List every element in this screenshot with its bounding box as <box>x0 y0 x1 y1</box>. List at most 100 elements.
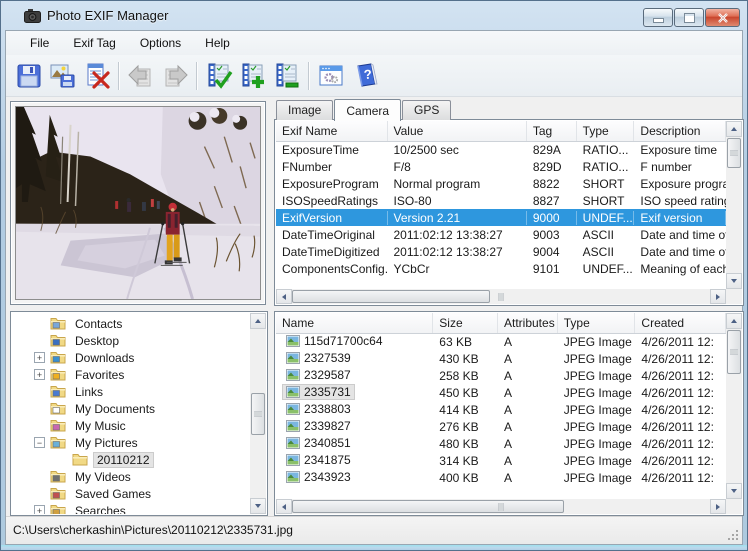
photo-preview-image[interactable] <box>15 106 261 300</box>
film-add-icon <box>239 62 267 90</box>
column-header-value[interactable]: Value <box>388 121 527 141</box>
tree-item-my-music[interactable]: My Music <box>12 417 250 434</box>
file-horizontal-scrollbar[interactable] <box>276 499 726 514</box>
menu-help[interactable]: Help <box>193 33 242 53</box>
options-button[interactable] <box>314 59 348 93</box>
tree-item-my-pictures[interactable]: −My Pictures <box>12 434 250 451</box>
exif-horizontal-scrollbar[interactable] <box>276 289 726 304</box>
scroll-up-button[interactable] <box>726 121 742 137</box>
collapse-minus-icon[interactable]: − <box>34 437 45 448</box>
save-image-button[interactable] <box>46 59 80 93</box>
save-button[interactable] <box>12 59 46 93</box>
scroll-up-button[interactable] <box>726 313 742 329</box>
scroll-left-button[interactable] <box>276 289 292 304</box>
resize-grip-icon[interactable] <box>726 528 738 540</box>
scroll-down-button[interactable] <box>726 483 742 499</box>
exif-vertical-scrollbar[interactable] <box>726 121 742 289</box>
close-button[interactable] <box>705 8 740 27</box>
back-button[interactable] <box>124 59 158 93</box>
expand-plus-icon[interactable]: + <box>34 369 45 380</box>
expand-plus-icon[interactable]: + <box>34 505 45 514</box>
file-row[interactable]: 115d71700c6463 KBAJPEG Image4/26/2011 12… <box>276 333 726 350</box>
remove-tag-button[interactable] <box>270 59 304 93</box>
file-cell: 2338803 <box>276 401 433 418</box>
file-row[interactable]: 2338803414 KBAJPEG Image4/26/2011 12: <box>276 401 726 418</box>
exif-row[interactable]: ExposureProgramNormal program8822SHORTEx… <box>276 175 726 192</box>
exif-row[interactable]: ComponentsConfig...YCbCr9101UNDEF...Mean… <box>276 260 726 277</box>
scroll-left-button[interactable] <box>276 499 292 514</box>
file-vertical-scrollbar[interactable] <box>726 313 742 499</box>
file-row[interactable]: 2339827276 KBAJPEG Image4/26/2011 12: <box>276 418 726 435</box>
tab-camera[interactable]: Camera <box>334 99 401 121</box>
tab-gps[interactable]: GPS <box>402 100 451 120</box>
image-file-icon <box>286 403 300 415</box>
exif-cell: ASCII <box>577 245 635 259</box>
file-row[interactable]: 2335731450 KBAJPEG Image4/26/2011 12: <box>276 384 726 401</box>
delete-list-button[interactable] <box>80 59 114 93</box>
scroll-thumb[interactable] <box>727 138 741 168</box>
exif-row[interactable]: ExifVersionVersion 2.219000UNDEF...Exif … <box>276 209 726 226</box>
tree-item-desktop[interactable]: Desktop <box>12 332 250 349</box>
file-row[interactable]: 2343923400 KBAJPEG Image4/26/2011 12: <box>276 469 726 486</box>
column-header-size[interactable]: Size <box>433 313 498 333</box>
menu-options[interactable]: Options <box>128 33 193 53</box>
scroll-right-button[interactable] <box>710 289 726 304</box>
tree-item-searches[interactable]: +Searches <box>12 502 250 514</box>
file-row[interactable]: 2327539430 KBAJPEG Image4/26/2011 12: <box>276 350 726 367</box>
scroll-down-button[interactable] <box>726 273 742 289</box>
maximize-icon <box>684 13 695 23</box>
folder-tree: ContactsDesktop+Downloads+FavoritesLinks… <box>12 313 250 514</box>
column-header-type[interactable]: Type <box>577 121 635 141</box>
forward-button[interactable] <box>158 59 192 93</box>
add-tag-button[interactable] <box>236 59 270 93</box>
tree-item-my-videos[interactable]: My Videos <box>12 468 250 485</box>
menu-file[interactable]: File <box>18 33 61 53</box>
tree-item-label: My Documents <box>71 401 159 417</box>
scroll-thumb[interactable] <box>251 393 265 435</box>
file-row[interactable]: 2340851480 KBAJPEG Image4/26/2011 12: <box>276 435 726 452</box>
exif-row[interactable]: DateTimeOriginal2011:02:12 13:38:279003A… <box>276 226 726 243</box>
help-button[interactable]: ? <box>348 59 382 93</box>
tree-item-saved-games[interactable]: Saved Games <box>12 485 250 502</box>
column-header-tag[interactable]: Tag <box>527 121 577 141</box>
title-bar[interactable]: Photo EXIF Manager <box>1 1 747 30</box>
exif-cell: ExifVersion <box>276 211 388 225</box>
file-list-panel: NameSizeAttributesTypeCreated 115d71700c… <box>274 311 744 516</box>
toolbar-separator <box>308 62 310 90</box>
status-file-path: C:\Users\cherkashin\Pictures\20110212\23… <box>13 523 293 537</box>
file-name: 2341875 <box>282 452 355 468</box>
scroll-thumb[interactable] <box>292 290 490 303</box>
tree-item-links[interactable]: Links <box>12 383 250 400</box>
file-row[interactable]: 2341875314 KBAJPEG Image4/26/2011 12: <box>276 452 726 469</box>
scroll-thumb[interactable] <box>292 500 564 513</box>
exif-row[interactable]: FNumberF/8829DRATIO...F number <box>276 158 726 175</box>
file-cell: 258 KB <box>433 369 498 383</box>
column-header-description[interactable]: Description <box>634 121 726 141</box>
column-header-type[interactable]: Type <box>558 313 636 333</box>
tree-item-20110212[interactable]: 20110212 <box>12 451 250 468</box>
verify-tags-button[interactable] <box>202 59 236 93</box>
column-header-created[interactable]: Created <box>635 313 726 333</box>
tree-item-favorites[interactable]: +Favorites <box>12 366 250 383</box>
tree-item-contacts[interactable]: Contacts <box>12 315 250 332</box>
maximize-button[interactable] <box>674 8 704 27</box>
column-header-attributes[interactable]: Attributes <box>498 313 558 333</box>
column-header-name[interactable]: Name <box>276 313 433 333</box>
scroll-right-button[interactable] <box>710 499 726 514</box>
menu-exif-tag[interactable]: Exif Tag <box>61 33 127 53</box>
exif-row[interactable]: ExposureTime10/2500 sec829ARATIO...Expos… <box>276 141 726 158</box>
tree-vertical-scrollbar[interactable] <box>250 313 266 514</box>
column-header-exif-name[interactable]: Exif Name <box>276 121 388 141</box>
tab-image[interactable]: Image <box>276 100 333 120</box>
scroll-up-button[interactable] <box>250 313 266 329</box>
scroll-down-button[interactable] <box>250 498 266 514</box>
exif-row[interactable]: DateTimeDigitized2011:02:12 13:38:279004… <box>276 243 726 260</box>
tree-item-my-documents[interactable]: My Documents <box>12 400 250 417</box>
tree-item-downloads[interactable]: +Downloads <box>12 349 250 366</box>
scroll-thumb[interactable] <box>727 330 741 374</box>
tree-item-label: Saved Games <box>71 486 155 502</box>
file-row[interactable]: 2329587258 KBAJPEG Image4/26/2011 12: <box>276 367 726 384</box>
expand-plus-icon[interactable]: + <box>34 352 45 363</box>
exif-row[interactable]: ISOSpeedRatingsISO-808827SHORTISO speed … <box>276 192 726 209</box>
minimize-button[interactable] <box>643 8 673 27</box>
